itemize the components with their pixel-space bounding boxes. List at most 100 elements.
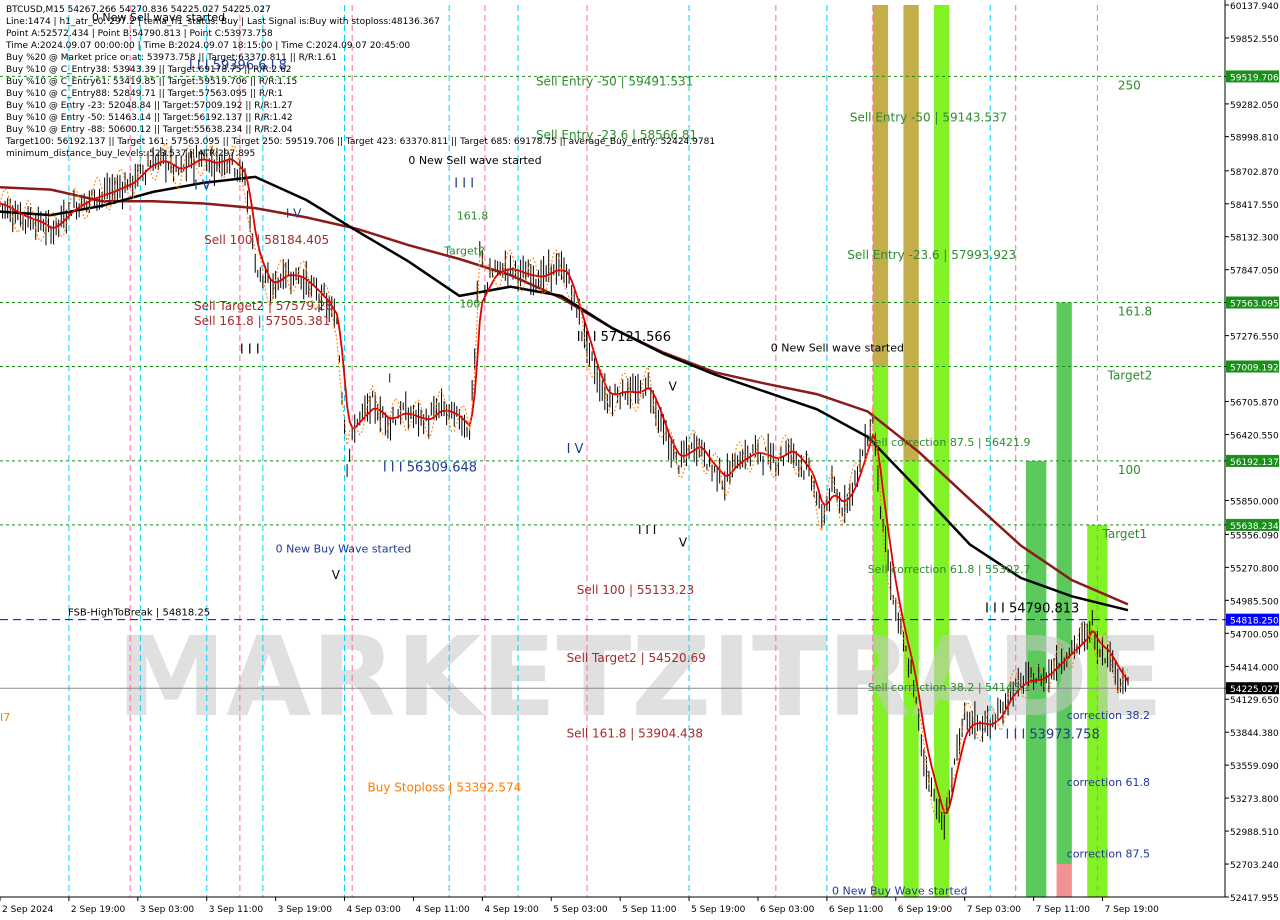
price-tick-label: 56705.870 (1230, 399, 1279, 409)
time-tick-label: 7 Sep 11:00 (1036, 905, 1091, 915)
chart-annotation: I I I 54790.813 (985, 602, 1079, 617)
price-tick-label: 57276.550 (1230, 333, 1279, 343)
symbol-line: BTCUSD,M15 54267.266 54270.836 54225.027… (6, 5, 271, 15)
chart-annotation: I (388, 372, 392, 386)
price-tick-label: 52417.955 (1230, 894, 1279, 904)
chart-annotation: Sell Entry -23.6 | 57993.923 (847, 248, 1016, 262)
price-tick-label: 55850.000 (1230, 497, 1279, 507)
price-tick-label: 57563.095 (1230, 300, 1279, 310)
chart-annotation: V (679, 536, 688, 550)
fib-bar (934, 5, 950, 897)
chart-annotation: I I I 57121.566 (577, 330, 671, 345)
target-level-label: 250 (1118, 78, 1141, 92)
chart-annotation: I7 (0, 711, 10, 724)
chart-annotation: V (669, 380, 678, 394)
info-lines: Line:1474 | h1_atr_c0: 297.2 | tema_h1_s… (6, 16, 715, 160)
time-tick-label: 6 Sep 11:00 (829, 905, 884, 915)
fib-bar (872, 5, 889, 367)
time-axis: 2 Sep 2024 2 Sep 19:00 3 Sep 03:00 3 Sep 11… (0, 896, 1225, 920)
chart-annotation: 0 New Buy Wave started (276, 542, 412, 555)
watermark-text: MARKETZITRADE (117, 613, 1164, 741)
price-tick-label: 54414.000 (1230, 663, 1279, 673)
price-tick-label: 56420.550 (1230, 432, 1279, 442)
time-tick-label: 6 Sep 03:00 (760, 905, 815, 915)
info-line: Buy %10 @ Entry -88: 50600.12 || Target:… (6, 125, 293, 135)
price-tick-label: 54700.050 (1230, 630, 1279, 640)
chart-annotation: I I I (240, 343, 260, 358)
time-tick-label: 4 Sep 11:00 (415, 905, 470, 915)
price-tick-label: 55556.090 (1230, 531, 1279, 541)
info-line: Buy %10 @ C_Entry88: 52849.71 || Target:… (6, 89, 283, 99)
time-tick-label: 3 Sep 19:00 (278, 905, 333, 915)
chart-annotation: Sell Target2 | 54520.69 (567, 651, 706, 665)
chart-annotation: I V (567, 442, 584, 457)
price-tick-label: 52988.510 (1230, 828, 1279, 838)
watermark-layer: MARKETZITRADE (117, 613, 1164, 741)
price-tick-label: 58702.870 (1230, 168, 1279, 178)
time-tick-label: 5 Sep 19:00 (691, 905, 746, 915)
chart-annotation: Sell 161.8 | 53904.438 (567, 726, 703, 740)
chart-annotation: Sell correction 87.5 | 56421.9 (868, 436, 1031, 449)
price-tick-label: 54225.027 (1230, 685, 1279, 695)
fsb-level-label: FSB-HighToBreak | 54818.25 (68, 608, 210, 619)
info-line: Time A:2024.09.07 00:00:00 | Time B:2024… (6, 41, 411, 51)
chart-annotation: I I I 56309.648 (383, 461, 477, 476)
chart-annotation: correction 87.5 (1067, 847, 1150, 860)
target-level-label: Target2 (1107, 369, 1153, 383)
time-tick-label: 6 Sep 19:00 (898, 905, 953, 915)
chart-annotation: 161.8 (457, 210, 489, 223)
price-tick-label: 57847.050 (1230, 267, 1279, 277)
chart-annotation: Sell Entry -50 | 59143.537 (850, 110, 1007, 124)
info-line: Point A:52572.434 | Point B:54790.813 | … (6, 29, 273, 39)
price-tick-label: 54129.650 (1230, 696, 1279, 706)
chart-annotation: 0 New Buy Wave started (832, 884, 968, 897)
chart-annotation: Buy Stoploss | 53392.574 (368, 781, 522, 795)
time-tick-label: 2 Sep 2024 (2, 905, 54, 915)
chart-annotation: I V (194, 179, 211, 194)
chart-annotation: I I I (454, 176, 474, 191)
price-tick-label: 58417.550 (1230, 201, 1279, 211)
price-axis: 60137.940 59852.550 59519.706 59282.050 5899… (1224, 0, 1280, 920)
info-line: Target100: 56192.137 || Target 161: 5756… (6, 137, 716, 147)
chart-annotation: Target2 (443, 244, 485, 257)
time-tick-label: 4 Sep 03:00 (347, 905, 402, 915)
price-tick-label: 56192.137 (1230, 458, 1279, 468)
chart-annotation: Sell Target2 | 57579.28 (194, 299, 333, 313)
price-tick-label: 52703.240 (1230, 861, 1279, 871)
price-tick-label: 54818.250 (1230, 617, 1279, 627)
info-line: Buy %20 @ Market price or at: 53973.758 … (6, 53, 337, 63)
chart-annotation: Sell 100 | 55133.23 (577, 583, 694, 597)
info-line: Buy %10 @ C_Entry61: 53419.85 || Target:… (6, 77, 298, 87)
chart-annotation: Sell correction 38.2 | 54143.1 (868, 681, 1031, 694)
chart-annotation: Sell correction 61.8 | 55302.7 (868, 563, 1031, 576)
price-tick-label: 59519.706 (1230, 73, 1279, 83)
price-tick-label: 59852.550 (1230, 35, 1279, 45)
price-tick-label: 55638.234 (1230, 522, 1279, 532)
price-tick-label: 59282.050 (1230, 101, 1279, 111)
price-tick-label: 57009.192 (1230, 364, 1279, 374)
info-line: Line:1474 | h1_atr_c0: 297.2 | tema_h1_s… (6, 17, 440, 27)
time-tick-label: 3 Sep 11:00 (209, 905, 264, 915)
chart-annotation: 100 (459, 297, 480, 310)
price-tick-label: 53273.800 (1230, 795, 1279, 805)
time-tick-label: 7 Sep 19:00 (1105, 905, 1160, 915)
time-tick-label: 3 Sep 03:00 (140, 905, 195, 915)
price-tick-label: 60137.940 (1230, 2, 1279, 12)
info-panel: BTCUSD,M15 54267.266 54270.836 54225.027… (6, 4, 715, 160)
info-line: Buy %10 @ C_Entry38: 53943.39 || Target:… (6, 65, 292, 75)
info-line: minimum_distance_buy_levels: 523.537 || … (6, 149, 256, 159)
chart-annotation: Sell 100 | 58184.405 (204, 233, 329, 247)
chart-annotation: I I I 53973.758 (1006, 727, 1100, 742)
target-level-label: Target1 (1102, 527, 1148, 541)
price-tick-label: 58132.300 (1230, 234, 1279, 244)
chart-annotation: correction 61.8 (1067, 776, 1150, 789)
time-tick-label: 4 Sep 19:00 (484, 905, 539, 915)
chart-annotation: I V (286, 206, 302, 220)
time-tick-label: 5 Sep 03:00 (553, 905, 608, 915)
chart-annotation: Sell 161.8 | 57505.381 (194, 314, 330, 328)
fib-bar (1056, 864, 1072, 897)
fib-bar (903, 5, 919, 461)
ma-black-line (0, 175, 1129, 612)
chart-annotation: I I I (638, 523, 656, 537)
price-tick-label: 54985.500 (1230, 597, 1279, 607)
